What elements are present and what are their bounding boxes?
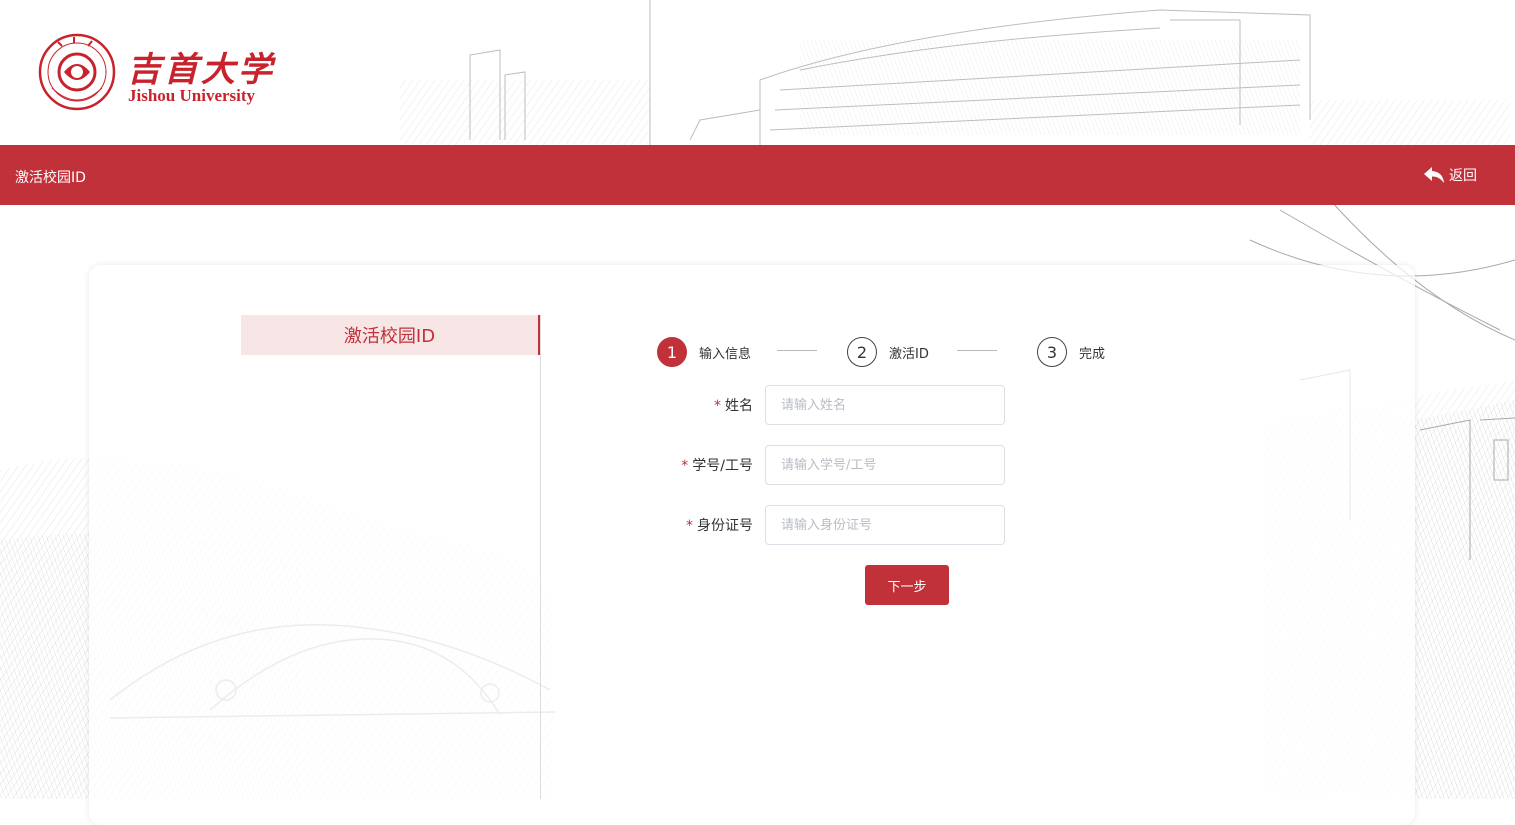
step-1: 1 输入信息: [657, 335, 751, 369]
nav-bar: 激活校园ID: [0, 145, 1515, 205]
student-id-input[interactable]: [765, 445, 1005, 485]
step-number: 3: [1037, 337, 1067, 367]
required-mark: *: [681, 458, 689, 474]
back-label: 返回: [1449, 168, 1477, 184]
required-mark: *: [714, 398, 721, 414]
step-label: 完成: [1079, 346, 1106, 362]
sidebar-divider: [540, 315, 541, 799]
logo-title: 吉首大学: [127, 50, 275, 90]
id-card-label: * 身份证号: [686, 518, 753, 534]
step-3: 3 完成: [1037, 335, 1105, 369]
university-seal-icon: [38, 33, 116, 111]
form-row-name: * 姓名: [640, 385, 1005, 425]
form-row-id-card: * 身份证号: [640, 505, 1005, 545]
form-row-student-id: * 学号/工号: [640, 445, 1005, 485]
student-id-label: * 学号/工号: [681, 458, 753, 474]
step-connector: [777, 350, 817, 351]
logo-subtitle: Jishou University: [128, 86, 256, 105]
step-number: 2: [847, 337, 877, 367]
reply-arrow-icon: [1424, 167, 1444, 183]
page-title: 激活校园ID: [15, 170, 86, 186]
name-label: * 姓名: [714, 398, 753, 414]
university-logo: 吉首大学 Jishou University: [38, 28, 272, 120]
sidebar-tab-activate-id[interactable]: 激活校园ID: [241, 315, 540, 355]
id-card-input[interactable]: [765, 505, 1005, 545]
back-button[interactable]: 返回: [1423, 163, 1477, 187]
name-input[interactable]: [765, 385, 1005, 425]
step-label: 激活ID: [889, 346, 929, 362]
next-step-button[interactable]: 下一步: [865, 565, 949, 605]
step-connector: [957, 350, 997, 351]
sidebar-tab-label: 激活校园ID: [343, 326, 436, 347]
step-2: 2 激活ID: [847, 335, 929, 369]
step-label: 输入信息: [699, 346, 752, 362]
step-number: 1: [657, 337, 687, 367]
required-mark: *: [686, 518, 693, 534]
